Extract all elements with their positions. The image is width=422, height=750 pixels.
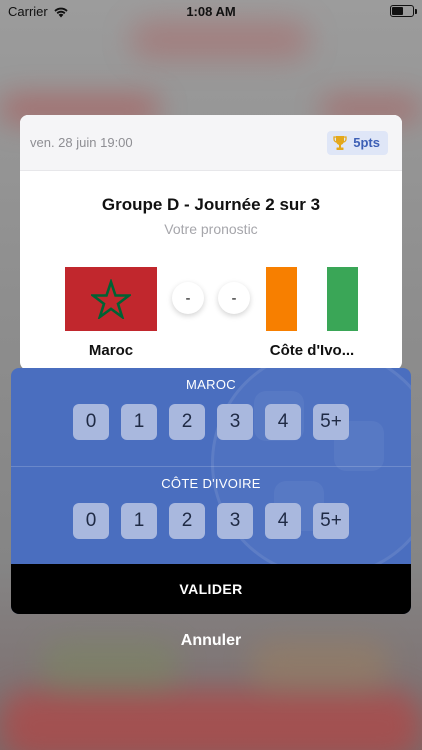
trophy-icon (333, 135, 347, 151)
away-team-name: Côte d'Ivo... (269, 342, 355, 359)
away-score-option[interactable]: 2 (169, 503, 205, 539)
card-header: ven. 28 juin 19:00 5pts (20, 115, 402, 171)
score-picker: MAROC 0 1 2 3 4 5+ CÔTE D'IVOIRE 0 1 2 3… (11, 368, 411, 614)
home-score-option[interactable]: 2 (169, 404, 205, 440)
away-score-option[interactable]: 4 (265, 503, 301, 539)
away-score-option[interactable]: 5+ (313, 503, 349, 539)
validate-button[interactable]: VALIDER (11, 564, 411, 614)
home-score-option[interactable]: 4 (265, 404, 301, 440)
cancel-button[interactable]: Annuler (0, 632, 422, 650)
away-score-section: CÔTE D'IVOIRE 0 1 2 3 4 5+ (11, 466, 411, 564)
away-team-label: CÔTE D'IVOIRE (161, 476, 261, 491)
home-score-options: 0 1 2 3 4 5+ (11, 404, 411, 440)
away-score-button[interactable]: - (218, 282, 250, 314)
away-score-option[interactable]: 1 (121, 503, 157, 539)
match-date: ven. 28 juin 19:00 (30, 135, 133, 150)
match-card: ven. 28 juin 19:00 5pts Groupe D - Journ… (20, 115, 402, 370)
points-badge: 5pts (327, 130, 388, 155)
ivory-coast-flag-icon (266, 267, 359, 331)
battery-icon (390, 5, 417, 17)
away-score-options: 0 1 2 3 4 5+ (11, 503, 411, 539)
home-score-option[interactable]: 0 (73, 404, 109, 440)
away-score-option[interactable]: 3 (217, 503, 253, 539)
status-bar: Carrier 1:08 AM (0, 0, 422, 22)
home-score-section: MAROC 0 1 2 3 4 5+ (11, 368, 411, 466)
away-score-option[interactable]: 0 (73, 503, 109, 539)
points-label: 5pts (353, 135, 380, 150)
clock: 1:08 AM (186, 4, 236, 19)
home-team-label: MAROC (186, 377, 236, 392)
match-title: Groupe D - Journée 2 sur 3 (101, 195, 321, 214)
home-team-name: Maroc (88, 342, 134, 359)
teams-row: - - Maroc Côte d'Ivo... (20, 237, 402, 359)
home-score-option[interactable]: 1 (121, 404, 157, 440)
prediction-subtitle: Votre pronostic (164, 221, 258, 237)
home-score-button[interactable]: - (172, 282, 204, 314)
home-score-option[interactable]: 5+ (313, 404, 349, 440)
home-score-option[interactable]: 3 (217, 404, 253, 440)
morocco-flag-icon (65, 267, 157, 331)
